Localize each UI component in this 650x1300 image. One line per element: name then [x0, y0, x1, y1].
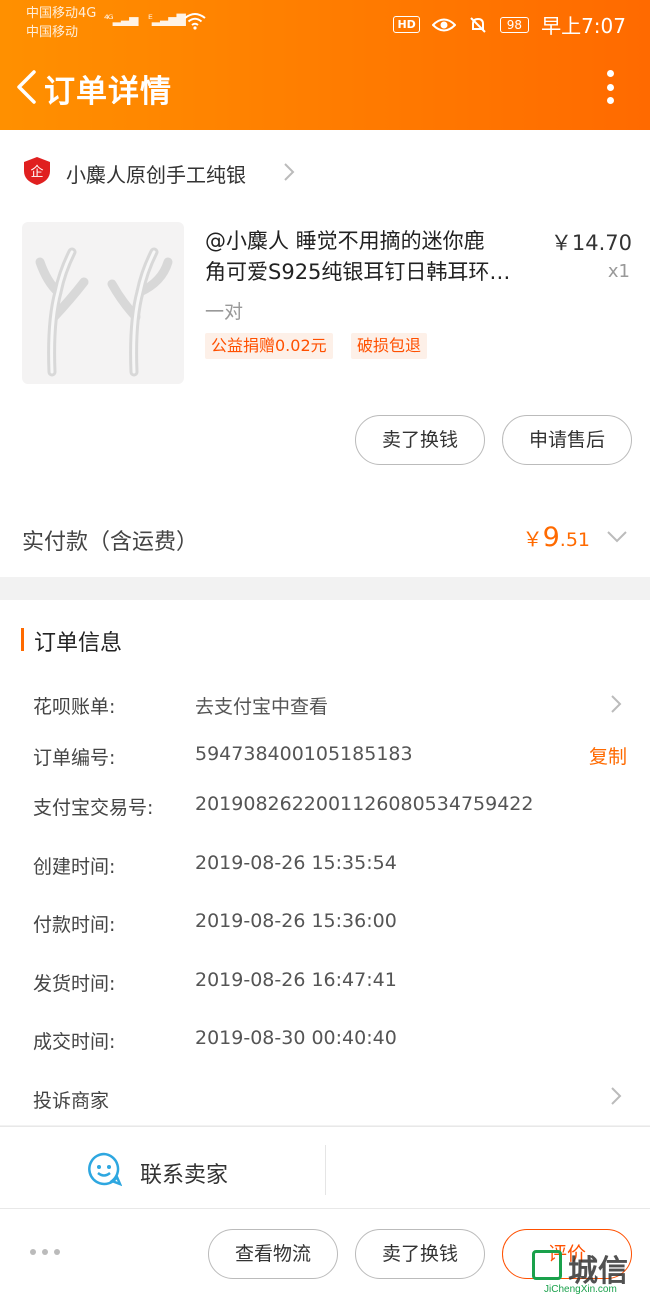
created-time-value: 2019-08-26 15:35:54: [195, 852, 397, 874]
shop-name[interactable]: 小麋人原创手工纯银: [66, 159, 246, 188]
chevron-right-icon[interactable]: [283, 162, 295, 182]
chevron-down-icon[interactable]: [606, 530, 628, 544]
alipay-trade-label: 支付宝交易号:: [33, 797, 154, 819]
carrier-1: 中国移动4G: [26, 6, 97, 21]
chevron-right-icon[interactable]: [610, 1086, 622, 1106]
paid-amount-label: 实付款（含运费）: [22, 530, 199, 555]
product-sku: 一对: [205, 301, 244, 323]
copy-button[interactable]: 复制: [589, 742, 627, 769]
antler-earrings-image: [35, 247, 173, 377]
order-number-label: 订单编号:: [33, 747, 116, 769]
order-item-card: 企 小麋人原创手工纯银 @小麋人 睡觉不用摘的迷你鹿 角可爱S925纯银耳钉日韩…: [0, 130, 650, 577]
currency-symbol: ￥: [522, 527, 543, 551]
more-menu-icon[interactable]: [606, 70, 614, 104]
enterprise-shop-icon: 企: [24, 157, 50, 185]
product-quantity: x1: [607, 261, 630, 282]
clock: 早上7:07: [541, 14, 626, 38]
huabei-label: 花呗账单:: [33, 696, 116, 718]
page-title: 订单详情: [44, 74, 172, 110]
watermark-box-icon: [532, 1250, 562, 1280]
status-bar: 中国移动4G 中国移动 ⁴ᴳ▂▃▅ ᴱ▂▃▅▇ HD 98 早上7:07: [0, 0, 650, 44]
complaint-link[interactable]: 投诉商家: [33, 1086, 109, 1113]
watermark-logo: 城信 JiChengXin.com: [528, 1246, 646, 1300]
paid-time-value: 2019-08-26 15:36:00: [195, 910, 397, 932]
back-arrow-icon[interactable]: [14, 70, 38, 104]
created-time-label: 创建时间:: [33, 856, 116, 878]
more-dots-icon[interactable]: [30, 1249, 60, 1255]
charity-tag: 公益捐赠0.02元: [205, 333, 333, 359]
view-logistics-button[interactable]: 查看物流: [208, 1229, 338, 1279]
completed-time-value: 2019-08-30 00:40:40: [195, 1027, 397, 1049]
amount-integer: 9: [542, 522, 560, 553]
damage-return-tag: 破损包退: [351, 333, 428, 359]
contact-seller-button[interactable]: 联系卖家: [140, 1157, 228, 1189]
product-title-line-1: @小麋人 睡觉不用摘的迷你鹿: [205, 229, 485, 253]
amount-decimal: .51: [559, 529, 590, 551]
chevron-right-icon[interactable]: [610, 694, 622, 714]
alipay-trade-value: 2019082622001126080534759422: [195, 793, 534, 815]
order-info-section: 订单信息 花呗账单: 去支付宝中查看 订单编号: 594738400105185…: [0, 600, 650, 1125]
product-image[interactable]: [22, 222, 184, 384]
sell-for-cash-button[interactable]: 卖了换钱: [355, 1229, 485, 1279]
product-price: ￥14.70: [550, 231, 632, 255]
signal-2-icon: ᴱ▂▃▅▇: [148, 12, 186, 26]
signal-icon: ⁴ᴳ▂▃▅: [104, 12, 138, 26]
shipped-time-value: 2019-08-26 16:47:41: [195, 969, 397, 991]
contact-bar: 联系卖家: [0, 1126, 650, 1208]
section-title: 订单信息: [34, 631, 123, 656]
chat-bubble-icon[interactable]: [86, 1151, 122, 1187]
completed-time-label: 成交时间:: [33, 1031, 116, 1053]
hd-icon: HD: [393, 16, 420, 33]
status-right: HD 98 早上7:07: [393, 10, 626, 39]
paid-amount: ￥9.51: [523, 522, 590, 553]
mute-bell-icon: [470, 16, 486, 33]
huabei-link[interactable]: 去支付宝中查看: [195, 692, 328, 719]
signal-2-label: ᴱ: [148, 12, 153, 26]
battery-icon: 98: [499, 16, 530, 33]
product-title-line-2: 角可爱S925纯银耳钉日韩耳环…: [205, 260, 511, 284]
shipped-time-label: 发货时间:: [33, 973, 116, 995]
eye-icon: [431, 18, 456, 31]
order-number-value: 594738400105185183: [195, 743, 413, 765]
shop-logo-text: 企: [30, 164, 43, 180]
app-header: 中国移动4G 中国移动 ⁴ᴳ▂▃▅ ᴱ▂▃▅▇ HD 98 早上7:07 订单详…: [0, 0, 650, 130]
product-title[interactable]: @小麋人 睡觉不用摘的迷你鹿 角可爱S925纯银耳钉日韩耳环…: [205, 226, 535, 288]
divider: [325, 1145, 326, 1195]
after-sale-button[interactable]: 申请售后: [502, 415, 632, 465]
carrier-2: 中国移动: [26, 25, 79, 40]
signal-label: ⁴ᴳ: [104, 12, 114, 26]
sell-item-button[interactable]: 卖了换钱: [355, 415, 485, 465]
wifi-icon: [184, 13, 206, 30]
carrier-info: 中国移动4G 中国移动: [26, 4, 96, 42]
paid-time-label: 付款时间:: [33, 914, 116, 936]
watermark-url: JiChengXin.com: [544, 1284, 617, 1295]
section-accent-bar: [21, 628, 24, 651]
